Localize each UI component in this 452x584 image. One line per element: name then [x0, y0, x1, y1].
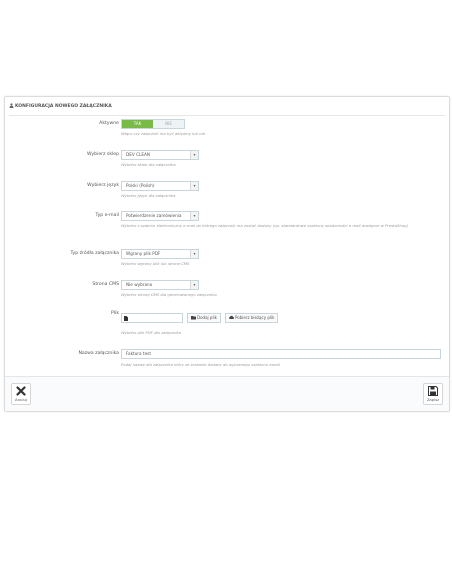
chevron-down-icon: ▾: [190, 281, 198, 289]
user-icon: [9, 103, 14, 108]
email-type-select-value: Potwierdzenie zamówienia: [126, 213, 182, 218]
source-type-help: Wybierz wgrany plik lub stronę CMS: [121, 261, 190, 266]
active-help: Włącz czy załącznik ma być aktywny lub n…: [121, 131, 207, 136]
language-help: Wybierz język dla załącznika: [121, 193, 176, 198]
attachment-name-label: Nazwa załącznika: [78, 351, 119, 356]
cloud-download-icon: [229, 315, 234, 319]
active-yes-option[interactable]: TAK: [122, 120, 153, 128]
save-icon: [428, 386, 438, 396]
source-type-select[interactable]: Wgrany plik PDF ▾: [121, 249, 199, 259]
cancel-button[interactable]: Anuluj: [11, 383, 31, 405]
chevron-down-icon: ▾: [190, 212, 198, 220]
attachment-config-panel: KONFIGURACJA NOWEGO ZAŁĄCZNIKA Aktywne T…: [4, 96, 450, 412]
source-type-select-value: Wgrany plik PDF: [126, 251, 161, 256]
file-icon: [124, 316, 128, 321]
active-no-option[interactable]: NIE: [153, 120, 184, 128]
save-label: Zapisz: [426, 397, 440, 402]
attachment-name-input[interactable]: Faktura test: [121, 349, 441, 359]
cms-page-help: Wybierz stronę CMS dla generowanego załą…: [121, 292, 217, 297]
save-button[interactable]: Zapisz: [423, 383, 443, 405]
add-file-label: Dodaj plik: [197, 315, 217, 320]
shop-select[interactable]: DEV CLEAN ▾: [121, 150, 199, 160]
cancel-label: Anuluj: [15, 397, 27, 402]
file-help: Wybierz plik PDF dla załącznika: [121, 330, 181, 335]
language-label: Wybierz język: [87, 183, 119, 188]
active-label: Aktywne: [99, 121, 119, 126]
panel-heading: KONFIGURACJA NOWEGO ZAŁĄCZNIKA: [9, 101, 445, 116]
chevron-down-icon: ▾: [190, 250, 198, 258]
shop-select-value: DEV CLEAN: [126, 152, 150, 157]
file-input[interactable]: [121, 313, 183, 323]
download-file-button[interactable]: Pobierz bieżący plik: [225, 313, 279, 323]
panel-title: KONFIGURACJA NOWEGO ZAŁĄCZNIKA: [15, 104, 112, 109]
attachment-name-help: Podaj nazwę dla załącznika który ze zost…: [121, 362, 280, 367]
cms-page-select-value: Nie wybrano: [126, 282, 153, 287]
chevron-down-icon: ▾: [190, 182, 198, 190]
email-type-select[interactable]: Potwierdzenie zamówienia ▾: [121, 211, 199, 221]
email-type-label: Typ e-mail: [95, 213, 119, 218]
add-file-button[interactable]: Dodaj plik: [187, 313, 221, 323]
panel-footer: Anuluj Zapisz: [5, 376, 449, 411]
language-select[interactable]: Polski (Polish) ▾: [121, 181, 199, 191]
language-select-value: Polski (Polish): [126, 183, 155, 188]
email-type-help: Wybierz z szablon elektroniczny e-mail d…: [121, 223, 409, 228]
folder-icon: [191, 316, 196, 320]
close-icon: [16, 386, 26, 396]
file-label: Plik: [111, 311, 119, 316]
chevron-down-icon: ▾: [190, 151, 198, 159]
cms-page-label: Strona CMS: [92, 282, 119, 287]
shop-label: Wybierz sklep: [86, 152, 119, 157]
active-toggle[interactable]: TAK NIE: [121, 119, 185, 129]
shop-help: Wybierz sklep dla załącznika: [121, 162, 176, 167]
cms-page-select[interactable]: Nie wybrano ▾: [121, 280, 199, 290]
download-file-label: Pobierz bieżący plik: [235, 315, 275, 320]
source-type-label: Typ źródła załącznika: [70, 251, 119, 256]
